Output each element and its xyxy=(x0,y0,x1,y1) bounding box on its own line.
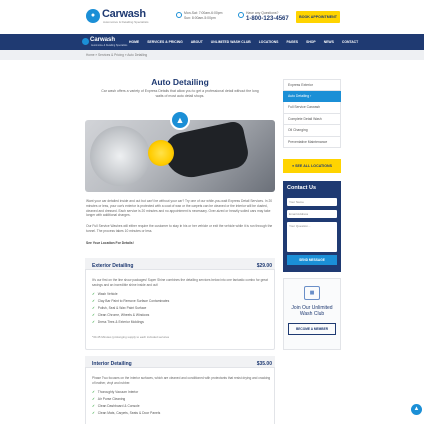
sidebar-item-complete-detail[interactable]: Complete Detail Wash xyxy=(283,113,341,125)
card-icon: ■ xyxy=(304,286,320,300)
phone-icon xyxy=(238,12,244,18)
see-all-locations-button[interactable]: ● SEE ALL LOCATIONS xyxy=(283,159,341,173)
package-description: It's our first on the line show packages… xyxy=(92,278,268,287)
location-callout: See Your Location For Details! xyxy=(86,241,134,245)
list-item: ✓ Clean Chrome, Wheels & Windows xyxy=(92,312,169,319)
breadcrumb[interactable]: Home » Services & Pricing » Auto Detaili… xyxy=(86,53,147,57)
sidebar-item-full-service[interactable]: Full Service Carwash xyxy=(283,102,341,114)
check-icon: ✓ xyxy=(92,411,95,415)
hours-weekday: Mon-Sat: 7:00am-6:00pm xyxy=(184,11,223,15)
nav-item-contact[interactable]: CONTACT xyxy=(338,34,362,50)
location-pin-icon: ● xyxy=(291,164,295,168)
send-message-button[interactable]: SEND MESSAGE xyxy=(287,255,337,265)
package-feature-list: ✓ Thoroughly Vacuum Interior ✓ Air Purse C… xyxy=(92,389,160,417)
contact-title: Contact Us xyxy=(287,185,317,191)
list-item: ✓ Wash Vehicle xyxy=(92,291,169,298)
page-title: Auto Detailing xyxy=(151,77,209,87)
package-name: Exterior Detailing xyxy=(92,263,134,269)
nav-item-services[interactable]: SERVICES & PRICING xyxy=(143,34,187,50)
feature-label: Thoroughly Vacuum Interior xyxy=(97,390,139,394)
nav-menu: HOME SERVICES & PRICING ABOUT UNLIMITED … xyxy=(125,34,362,50)
check-icon: ✓ xyxy=(92,404,95,408)
clock-icon xyxy=(176,12,182,18)
package-description: Phase Two focuses on the interior surfac… xyxy=(92,376,271,385)
breadcrumb-bar xyxy=(0,50,424,60)
nav-item-about[interactable]: ABOUT xyxy=(187,34,207,50)
feature-label: Clean Mats, Carpets, Seats & Door Panels xyxy=(97,411,161,415)
feature-label: Polish, Seal & Wax Paint Surface xyxy=(97,306,147,310)
hours-weekend: Sun: 8:00am-5:00pm xyxy=(184,16,216,20)
list-item: ✓ Dress Tires & Exterior Moldings xyxy=(92,319,169,326)
phone-number[interactable]: 1-800-123-4567 xyxy=(246,16,289,22)
list-item: ✓ Thoroughly Vacuum Interior xyxy=(92,389,160,396)
feature-label: Air Purse Cleaning xyxy=(97,397,126,401)
nav-item-locations[interactable]: LOCATIONS xyxy=(255,34,283,50)
check-icon: ✓ xyxy=(92,292,95,296)
nav-item-pages[interactable]: PAGES xyxy=(282,34,302,50)
sidebar-item-preventative[interactable]: Preventative Maintenance xyxy=(283,136,341,148)
body-paragraph-1: Want your car detailed inside and out bu… xyxy=(86,199,273,218)
sidebar-item-oil-changing[interactable]: Oil Changing xyxy=(283,125,341,137)
check-icon: ✓ xyxy=(92,397,95,401)
sidebar-item-label: Auto Detailing xyxy=(288,93,310,98)
feature-label: Clean Dashboard & Console xyxy=(97,404,140,408)
feature-label: Clean Chrome, Wheels & Windows xyxy=(97,313,150,317)
see-all-locations-label: SEE ALL LOCATIONS xyxy=(295,164,333,168)
nav-item-home[interactable]: HOME xyxy=(125,34,143,50)
brand-logo-text[interactable]: Carwash xyxy=(102,8,146,20)
nav-item-news[interactable]: NEWS xyxy=(320,34,338,50)
list-item: ✓ Clean Dashboard & Console xyxy=(92,403,160,410)
spray-bottle-icon: ▲ xyxy=(170,110,190,130)
list-item: ✓ Polish, Seal & Wax Paint Surface xyxy=(92,305,169,312)
sidebar-item-auto-detailing[interactable]: Auto Detailing › xyxy=(283,90,341,102)
polish-pad-shape xyxy=(148,140,174,166)
car-drop-icon[interactable]: ● xyxy=(86,9,100,23)
package-feature-list: ✓ Wash Vehicle ✓ Clay Bar Paint to Remove … xyxy=(92,291,169,326)
service-menu: Express Exterior Auto Detailing › Full S… xyxy=(283,79,341,148)
check-icon: ✓ xyxy=(92,299,95,303)
body-paragraph-2: Our Full Service Washes will either requ… xyxy=(86,224,273,233)
check-icon: ✓ xyxy=(92,306,95,310)
package-price: $29.00 xyxy=(256,263,272,269)
feature-label: Wash Vehicle xyxy=(97,292,118,296)
package-price: $35.00 xyxy=(256,361,272,367)
name-field[interactable]: Your Name xyxy=(287,198,337,206)
list-item: ✓ Clay Bar Paint to Remove Surface Contam… xyxy=(92,298,169,305)
email-field[interactable]: Email Address xyxy=(287,210,337,218)
package-note: *30-45 Minutes (prolonging supply to eac… xyxy=(92,335,170,339)
nav-logo-tagline: Automotive & Detailing Specialists xyxy=(91,44,128,47)
intro-text: Car wash offers a variety of Express Det… xyxy=(101,89,259,98)
list-item: ✓ Air Purse Cleaning xyxy=(92,396,160,403)
club-title-line2: Wash Club xyxy=(299,311,325,317)
feature-label: Dress Tires & Exterior Moldings xyxy=(97,320,144,324)
sidebar-item-express-exterior[interactable]: Express Exterior xyxy=(283,79,341,91)
nav-item-wash-club[interactable]: UNLIMITED WASH CLUB xyxy=(207,34,255,50)
nav-logo-icon[interactable] xyxy=(82,38,89,45)
check-icon: ✓ xyxy=(92,313,95,317)
message-field[interactable]: Your Question... xyxy=(287,222,337,252)
nav-logo[interactable]: Carwash xyxy=(90,37,115,43)
car-body-shape xyxy=(90,126,150,186)
brand-tagline: Automotive & Detailing Specialists xyxy=(103,20,149,24)
list-item: ✓ Clean Mats, Carpets, Seats & Door Panel… xyxy=(92,410,160,417)
arrow-up-icon[interactable]: ▲ xyxy=(411,404,422,415)
book-appointment-button[interactable]: BOOK APPOINTMENT xyxy=(296,11,340,23)
feature-label: Clay Bar Paint to Remove Surface Contami… xyxy=(97,299,170,303)
check-icon: ✓ xyxy=(92,320,95,324)
package-name: Interior Detailing xyxy=(92,361,132,367)
check-icon: ✓ xyxy=(92,390,95,394)
nav-item-shop[interactable]: SHOP xyxy=(302,34,320,50)
phone-label: Have any Questions? xyxy=(246,11,279,15)
become-member-button[interactable]: BECOME A MEMBER xyxy=(288,323,336,335)
